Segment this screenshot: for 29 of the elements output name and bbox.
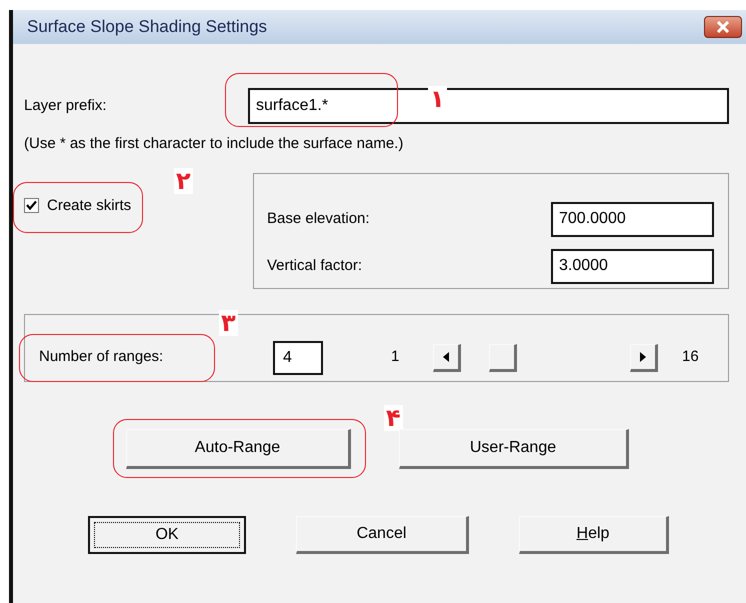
dialog-button[interactable]: Cancel bbox=[296, 516, 469, 554]
checkbox[interactable] bbox=[24, 198, 39, 214]
scroll-left-button[interactable] bbox=[433, 344, 461, 372]
dialog-button[interactable]: Help bbox=[519, 516, 669, 554]
annotation-number: ٣ bbox=[219, 310, 238, 336]
dialog-button[interactable]: OK bbox=[88, 516, 246, 554]
range-button[interactable]: User-Range bbox=[399, 428, 629, 468]
field-label: Vertical factor: bbox=[267, 256, 362, 276]
close-button[interactable] bbox=[704, 16, 742, 38]
scroll-right-button[interactable] bbox=[630, 344, 658, 372]
field-label: Base elevation: bbox=[267, 208, 370, 229]
left-arrow-icon bbox=[443, 352, 449, 362]
range-min-label: 1 bbox=[391, 347, 400, 368]
window-title: Surface Slope Shading Settings bbox=[27, 16, 268, 38]
check-icon bbox=[26, 200, 37, 212]
hint-text: (Use * as the first character to include the surface name.) bbox=[24, 134, 404, 154]
field-label: Number of ranges: bbox=[39, 347, 164, 368]
number-field[interactable]: 4 bbox=[273, 340, 323, 374]
annotation-number: ۴ bbox=[384, 404, 403, 430]
right-arrow-icon bbox=[640, 352, 646, 362]
close-icon bbox=[715, 21, 731, 33]
number-field[interactable]: 700.0000 bbox=[551, 202, 714, 236]
annotation-number: ٢ bbox=[174, 168, 193, 194]
number-field[interactable]: 3.0000 bbox=[551, 248, 714, 284]
checkbox-label: Create skirts bbox=[47, 196, 132, 216]
slider-thumb[interactable] bbox=[489, 344, 518, 372]
range-button[interactable]: Auto-Range bbox=[126, 428, 351, 468]
field-label: Layer prefix: bbox=[24, 96, 108, 116]
range-max-label: 16 bbox=[682, 347, 699, 368]
